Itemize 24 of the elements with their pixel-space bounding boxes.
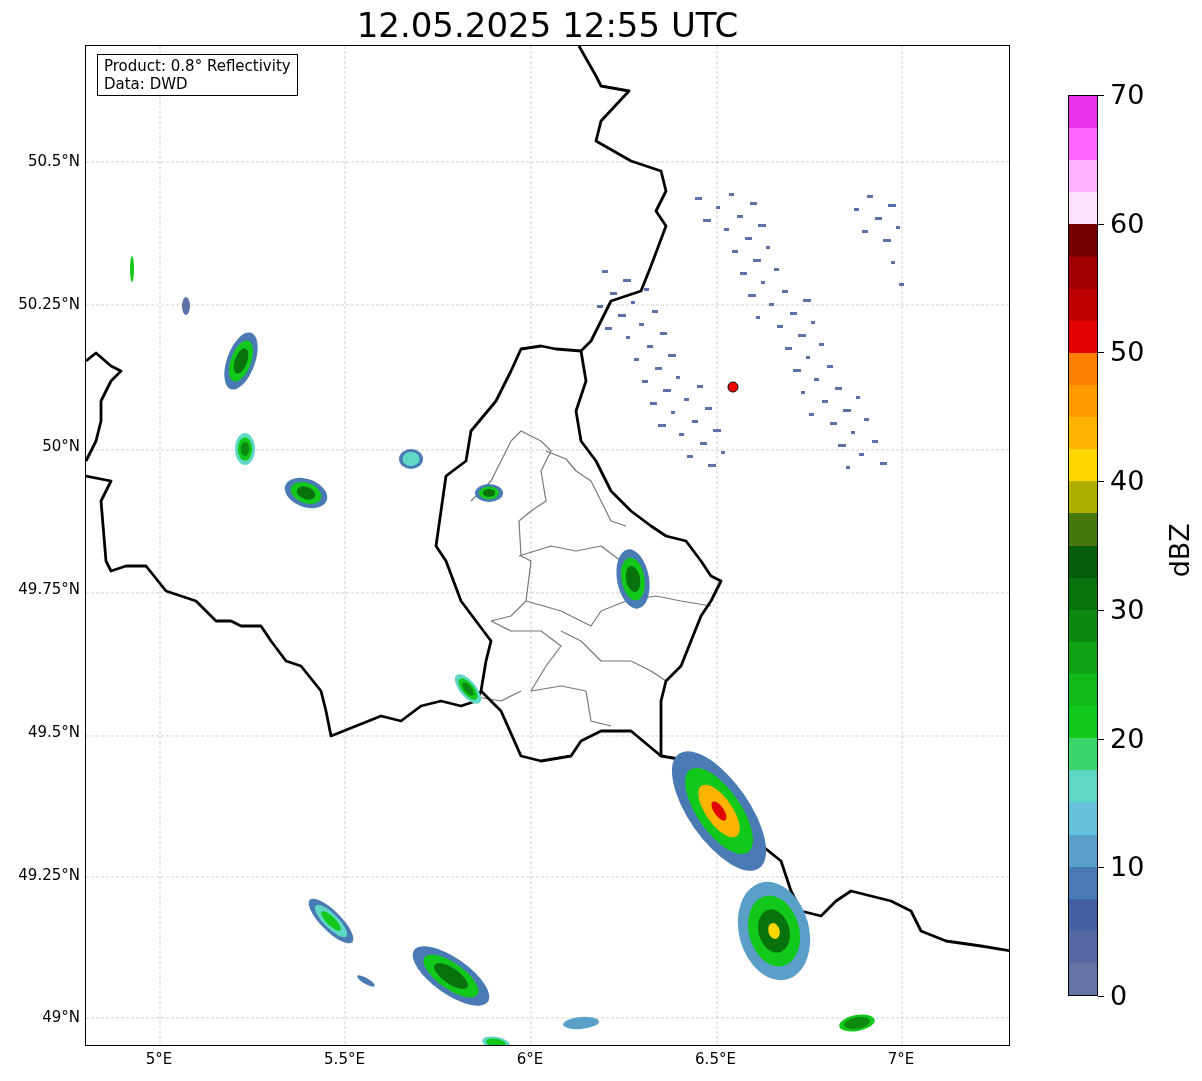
colorbar-tick-label: 10: [1110, 852, 1145, 883]
longitude-label: 6.5°E: [695, 1050, 736, 1068]
latitude-label: 50°N: [42, 437, 80, 456]
info-text: Product: 0.8° Reflectivity: [104, 57, 291, 75]
colorbar-label: dBZ: [1162, 522, 1196, 578]
longitude-label: 5.5°E: [324, 1050, 365, 1068]
longitude-label: 6°E: [516, 1050, 544, 1068]
info-text: Data: DWD: [104, 75, 189, 93]
colorbar-tick-label: 30: [1110, 594, 1145, 625]
colorbar-tick-label: 60: [1110, 208, 1145, 239]
colorbar-tick-label: 20: [1110, 723, 1145, 754]
latitude-label: 49°N: [42, 1008, 80, 1027]
longitude-label: 7°E: [887, 1050, 915, 1068]
latitude-label: 49.75°N: [18, 580, 80, 599]
colorbar-tick-label: 50: [1110, 337, 1145, 368]
colorbar-tick-label: 0: [1110, 981, 1128, 1011]
colorbar-tick-label: 70: [1110, 80, 1145, 110]
latitude-label: 49.25°N: [18, 865, 80, 884]
longitude-label: 5°E: [145, 1050, 173, 1068]
latitude-label: 50.25°N: [18, 294, 80, 313]
latitude-label: 50.5°N: [27, 152, 80, 170]
latitude-label: 49.5°N: [27, 722, 80, 741]
chart-title: 12.05.2025 12:55 UTC: [356, 4, 739, 46]
colorbar-tick-label: 40: [1110, 466, 1145, 497]
